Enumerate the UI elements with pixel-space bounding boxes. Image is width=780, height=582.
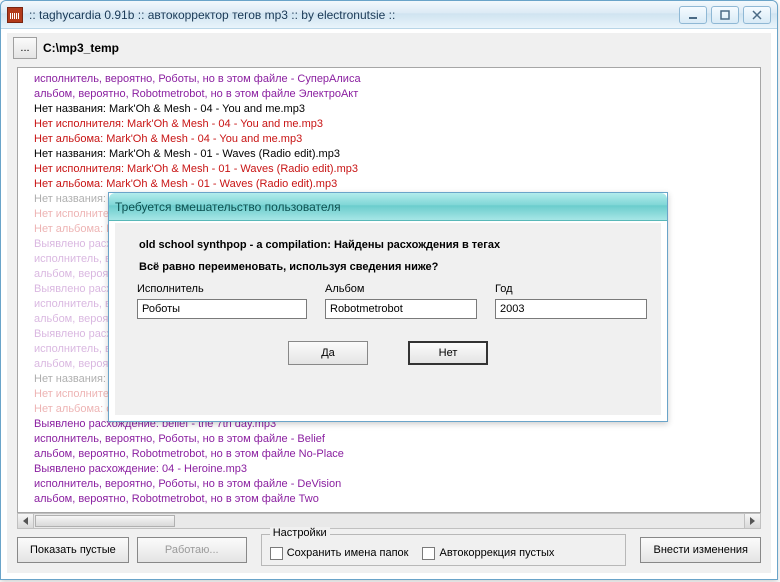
checkbox-icon bbox=[270, 547, 283, 560]
log-line: альбом, вероятно, Robotmetrobot, но в эт… bbox=[24, 87, 754, 102]
keep-folder-names-label: Сохранить имена папок bbox=[287, 547, 409, 559]
log-line: Выявлено расхождение: 04 - Heroine.mp3 bbox=[24, 462, 754, 477]
main-titlebar[interactable]: :: taghycardia 0.91b :: автокорректор те… bbox=[1, 1, 777, 29]
year-field: Год bbox=[495, 283, 647, 319]
yes-button[interactable]: Да bbox=[288, 341, 368, 365]
chevron-right-icon bbox=[750, 517, 755, 525]
minimize-button[interactable] bbox=[679, 6, 707, 24]
window-buttons bbox=[679, 6, 771, 24]
horizontal-scrollbar[interactable] bbox=[17, 513, 761, 529]
yes-label: Да bbox=[321, 347, 335, 359]
artist-field: Исполнитель bbox=[137, 283, 307, 319]
window-title: :: taghycardia 0.91b :: автокорректор те… bbox=[29, 8, 679, 22]
log-line: Нет названия: Mark'Oh & Mesh - 01 - Wave… bbox=[24, 147, 754, 162]
apply-changes-label: Внести изменения bbox=[653, 544, 748, 556]
scroll-track[interactable] bbox=[176, 514, 744, 528]
modal-title: Требуется вмешательство пользователя bbox=[115, 200, 661, 214]
keep-folder-names-checkbox[interactable]: Сохранить имена папок bbox=[270, 547, 409, 560]
album-label: Альбом bbox=[325, 283, 477, 295]
log-line: исполнитель, вероятно, Роботы, но в этом… bbox=[24, 477, 754, 492]
settings-group: Настройки Сохранить имена папок Автокорр… bbox=[261, 534, 627, 566]
modal-heading-2: Всё равно переименовать, используя сведе… bbox=[139, 261, 647, 273]
log-line: Нет альбома: Mark'Oh & Mesh - 04 - You a… bbox=[24, 132, 754, 147]
artist-input[interactable] bbox=[137, 299, 307, 319]
log-line: исполнитель, вероятно, Роботы, но в этом… bbox=[24, 72, 754, 87]
modal-body: old school synthpop - a compilation: Най… bbox=[115, 223, 661, 415]
maximize-button[interactable] bbox=[711, 6, 739, 24]
bottom-toolbar: Показать пустые Работаю... Настройки Сох… bbox=[17, 533, 761, 567]
log-line: Нет альбома: Mark'Oh & Mesh - 01 - Waves… bbox=[24, 177, 754, 192]
close-button[interactable] bbox=[743, 6, 771, 24]
chevron-left-icon bbox=[23, 517, 28, 525]
modal-titlebar[interactable]: Требуется вмешательство пользователя bbox=[109, 193, 667, 221]
show-empty-button[interactable]: Показать пустые bbox=[17, 537, 129, 563]
log-line: Нет исполнителя: Mark'Oh & Mesh - 01 - W… bbox=[24, 162, 754, 177]
browse-folder-button[interactable]: ... bbox=[13, 37, 37, 59]
checkbox-icon bbox=[422, 547, 435, 560]
show-empty-label: Показать пустые bbox=[30, 544, 116, 556]
log-line: альбом, вероятно, Robotmetrobot, но в эт… bbox=[24, 492, 754, 507]
album-field: Альбом bbox=[325, 283, 477, 319]
autocorrect-empty-label: Автокоррекция пустых bbox=[439, 547, 554, 559]
modal-fields: Исполнитель Альбом Год bbox=[129, 283, 647, 319]
log-line: Нет исполнителя: Mark'Oh & Mesh - 04 - Y… bbox=[24, 117, 754, 132]
year-label: Год bbox=[495, 283, 647, 295]
scroll-thumb[interactable] bbox=[35, 515, 175, 527]
scroll-left-button[interactable] bbox=[18, 514, 34, 528]
path-row: ... C:\mp3_temp bbox=[7, 33, 771, 65]
log-line: Нет названия: Mark'Oh & Mesh - 04 - You … bbox=[24, 102, 754, 117]
modal-buttons: Да Нет bbox=[129, 341, 647, 365]
log-line: исполнитель, вероятно, Роботы, но в этом… bbox=[24, 432, 754, 447]
app-icon bbox=[7, 7, 23, 23]
current-path: C:\mp3_temp bbox=[43, 41, 119, 55]
ellipsis-icon: ... bbox=[20, 42, 29, 54]
no-button[interactable]: Нет bbox=[408, 341, 488, 365]
year-input[interactable] bbox=[495, 299, 647, 319]
autocorrect-empty-checkbox[interactable]: Автокоррекция пустых bbox=[422, 547, 554, 560]
apply-changes-button[interactable]: Внести изменения bbox=[640, 537, 761, 563]
album-input[interactable] bbox=[325, 299, 477, 319]
modal-dialog: Требуется вмешательство пользователя old… bbox=[108, 192, 668, 422]
scroll-right-button[interactable] bbox=[744, 514, 760, 528]
settings-legend: Настройки bbox=[270, 527, 330, 539]
modal-heading-1: old school synthpop - a compilation: Най… bbox=[139, 239, 647, 251]
artist-label: Исполнитель bbox=[137, 283, 307, 295]
log-line: альбом, вероятно, Robotmetrobot, но в эт… bbox=[24, 447, 754, 462]
working-label: Работаю... bbox=[165, 544, 219, 556]
no-label: Нет bbox=[439, 347, 458, 359]
working-button: Работаю... bbox=[137, 537, 247, 563]
